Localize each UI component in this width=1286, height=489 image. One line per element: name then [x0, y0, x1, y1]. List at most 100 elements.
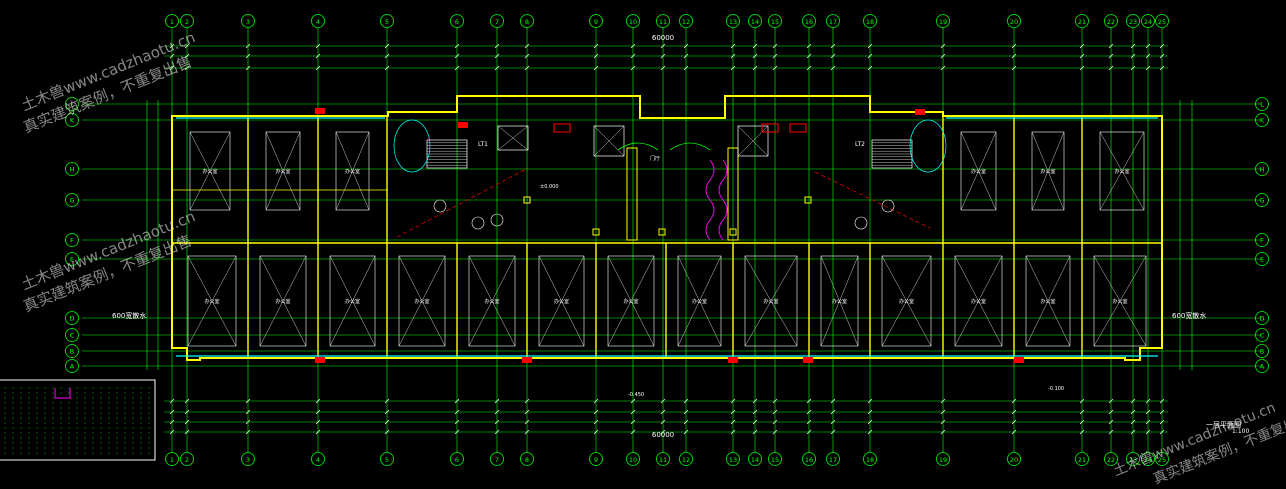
site-hatch-dot	[44, 397, 46, 399]
axis-label-left-F: F	[70, 237, 74, 245]
site-hatch-dot	[124, 442, 126, 444]
axis-label-left-C: C	[70, 332, 75, 340]
site-hatch-dot	[20, 422, 22, 424]
site-hatch-dot	[108, 402, 110, 404]
axis-label-left-A: A	[70, 363, 75, 371]
site-hatch-dot	[36, 432, 38, 434]
site-hatch-dot	[20, 447, 22, 449]
site-hatch-dot	[60, 417, 62, 419]
site-hatch-dot	[36, 422, 38, 424]
site-hatch-dot	[4, 442, 6, 444]
site-hatch-dot	[108, 407, 110, 409]
site-hatch-dot	[20, 392, 22, 394]
site-hatch-dot	[44, 422, 46, 424]
site-hatch-dot	[60, 452, 62, 454]
site-hatch-dot	[84, 392, 86, 394]
site-hatch-dot	[4, 392, 6, 394]
site-hatch-dot	[132, 442, 134, 444]
site-hatch-dot	[116, 422, 118, 424]
site-hatch-dot	[36, 392, 38, 394]
axis-label-right-L: L	[1260, 101, 1264, 109]
axis-label-right-K: K	[1260, 117, 1265, 125]
lobby-wall-left	[626, 147, 638, 241]
site-hatch-dot	[148, 437, 150, 439]
axis-label-top-5: 5	[385, 18, 389, 26]
site-hatch-dot	[52, 412, 54, 414]
site-hatch-dot	[100, 452, 102, 454]
room-name: 办公室	[554, 298, 569, 305]
axis-label-bottom-21: 21	[1078, 456, 1086, 464]
site-hatch-dot	[132, 447, 134, 449]
lobby-arc	[669, 142, 711, 151]
site-hatch-dot	[92, 392, 94, 394]
axis-label-top-6: 6	[455, 18, 459, 26]
site-hatch-dot	[140, 397, 142, 399]
axis-label-top-2: 2	[185, 18, 189, 26]
site-hatch-dot	[108, 427, 110, 429]
room-name: 办公室	[832, 298, 847, 305]
site-hatch-dot	[4, 417, 6, 419]
site-hatch-dot	[108, 412, 110, 414]
site-hatch-dot	[116, 442, 118, 444]
site-hatch-dot	[4, 422, 6, 424]
site-hatch-dot	[52, 437, 54, 439]
axis-label-bottom-23: 23	[1129, 456, 1137, 464]
site-hatch-dot	[124, 432, 126, 434]
site-hatch-dot	[4, 437, 6, 439]
total-dimension-top: 60000	[652, 34, 674, 42]
site-hatch-dot	[140, 442, 142, 444]
axis-label-top-19: 19	[939, 18, 947, 26]
site-hatch-dot	[68, 452, 70, 454]
axis-label-top-12: 12	[682, 18, 690, 26]
site-hatch-dot	[52, 392, 54, 394]
site-hatch-dot	[124, 452, 126, 454]
site-hatch-dot	[132, 437, 134, 439]
site-hatch-dot	[148, 407, 150, 409]
site-hatch-dot	[20, 412, 22, 414]
site-hatch-dot	[140, 452, 142, 454]
site-hatch-dot	[108, 442, 110, 444]
axis-label-left-L: L	[70, 101, 74, 109]
site-hatch-dot	[12, 417, 14, 419]
site-hatch-dot	[148, 402, 150, 404]
site-hatch-dot	[100, 442, 102, 444]
axis-label-right-D: D	[1259, 315, 1264, 323]
site-hatch-dot	[100, 392, 102, 394]
site-hatch-dot	[140, 387, 142, 389]
site-hatch-dot	[148, 422, 150, 424]
site-hatch-dot	[60, 402, 62, 404]
axis-label-left-G: G	[69, 197, 74, 205]
site-hatch-dot	[76, 422, 78, 424]
site-hatch-dot	[148, 387, 150, 389]
elevation-3: -0.100	[1048, 386, 1064, 392]
entrance-marker	[458, 122, 468, 128]
site-hatch-dot	[76, 442, 78, 444]
section-mark	[396, 167, 529, 238]
site-hatch-dot	[132, 432, 134, 434]
site-hatch-dot	[124, 407, 126, 409]
site-hatch-dot	[100, 397, 102, 399]
axis-label-bottom-9: 9	[594, 456, 598, 464]
axis-label-top-9: 9	[594, 18, 598, 26]
site-hatch-dot	[148, 412, 150, 414]
site-hatch-dot	[12, 422, 14, 424]
entrance-marker	[315, 108, 325, 114]
site-hatch-dot	[12, 437, 14, 439]
axis-label-top-10: 10	[629, 18, 637, 26]
site-hatch-dot	[92, 452, 94, 454]
lobby-label: 门厅	[650, 155, 660, 162]
site-hatch-dot	[60, 392, 62, 394]
site-hatch-dot	[132, 392, 134, 394]
site-hatch-dot	[4, 397, 6, 399]
site-hatch-dot	[148, 397, 150, 399]
site-hatch-dot	[92, 432, 94, 434]
hydrant-box	[553, 123, 571, 133]
wall-outline	[171, 95, 1163, 361]
site-hatch-dot	[92, 422, 94, 424]
site-hatch-dot	[60, 447, 62, 449]
entrance-marker	[803, 357, 813, 363]
site-hatch-dot	[108, 397, 110, 399]
room-name: 办公室	[1114, 168, 1129, 175]
site-hatch-dot	[4, 447, 6, 449]
room-name: 办公室	[345, 168, 360, 175]
